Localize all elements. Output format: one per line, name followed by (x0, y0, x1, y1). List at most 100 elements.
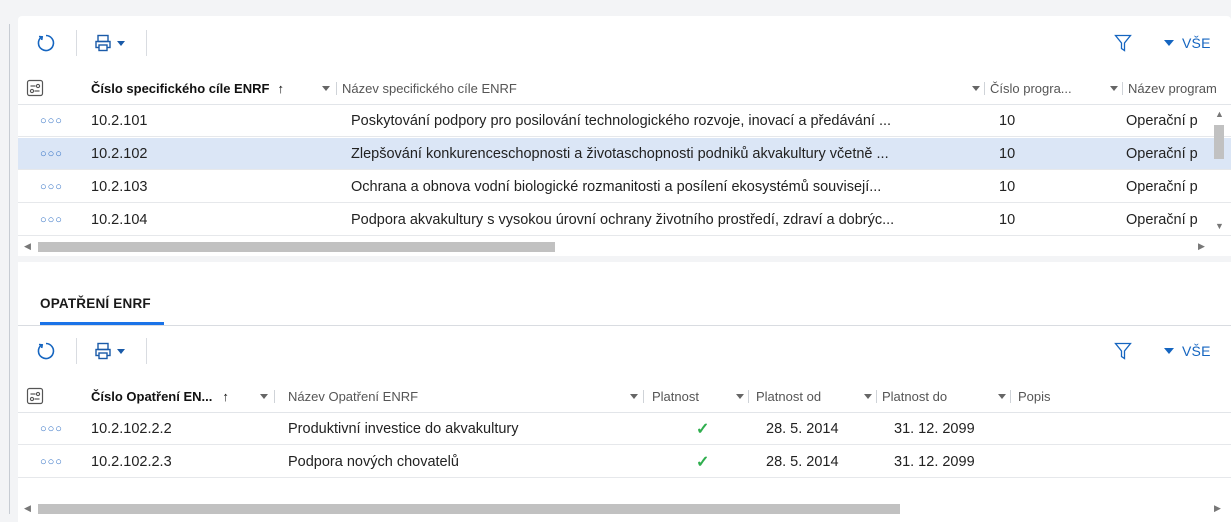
refresh-button[interactable] (32, 30, 60, 56)
cell-code: 10.2.104 (91, 212, 148, 228)
toolbar-separator (76, 30, 77, 56)
column-chooser-button[interactable] (26, 380, 48, 412)
cell-code: 10.2.102.2.2 (91, 421, 172, 437)
column-menu-button[interactable] (972, 72, 980, 104)
column-header-code[interactable]: Číslo Opatření EN... ↑ (91, 380, 259, 412)
cell-program-name: Operační p (1126, 212, 1198, 228)
show-all-button[interactable]: VŠE (1164, 30, 1211, 56)
show-all-label: VŠE (1182, 35, 1211, 51)
check-icon: ✓ (696, 421, 710, 438)
row-menu-icon[interactable]: ○○○ (40, 413, 63, 445)
cell-name: Zlepšování konkurenceschopnosti a života… (351, 146, 889, 162)
chevron-down-icon (260, 393, 268, 399)
column-menu-button[interactable] (1110, 72, 1118, 104)
refresh-icon (37, 342, 55, 360)
column-header-description[interactable]: Popis (1018, 380, 1138, 412)
column-separator (876, 390, 877, 403)
horizontal-scrollbar[interactable]: ◀ ▶ (18, 500, 1231, 518)
scrollbar-thumb[interactable] (1214, 125, 1224, 159)
cell-name: Podpora akvakultury s vysokou úrovní och… (351, 212, 895, 228)
filter-button[interactable] (1112, 30, 1134, 56)
top-toolbar: VŠE (18, 16, 1231, 72)
table-row[interactable]: ○○○ 10.2.102.2.3 Podpora nových chovatel… (18, 446, 1231, 478)
table-row[interactable]: ○○○ 10.2.103 Ochrana a obnova vodní biol… (18, 171, 1231, 203)
export-button[interactable] (88, 30, 130, 56)
sort-ascending-icon: ↑ (222, 388, 229, 404)
column-header-program-name[interactable]: Název program (1128, 72, 1231, 104)
vertical-scrollbar[interactable]: ▲ ▼ (1210, 105, 1228, 237)
cell-code: 10.2.101 (91, 113, 148, 129)
chevron-down-icon (736, 393, 744, 399)
cell-name: Produktivní investice do akvakultury (288, 421, 519, 437)
column-menu-button[interactable] (630, 380, 638, 412)
table-row[interactable]: ○○○ 10.2.101 Poskytování podpory pro pos… (18, 105, 1231, 137)
column-menu-button[interactable] (322, 72, 330, 104)
toolbar-separator (146, 338, 147, 364)
export-icon (94, 342, 111, 360)
sort-ascending-icon: ↑ (277, 80, 284, 96)
column-header-label: Platnost (652, 388, 699, 404)
scroll-right-icon[interactable]: ▶ (1214, 503, 1221, 514)
scroll-right-icon[interactable]: ▶ (1198, 241, 1205, 252)
scrollbar-thumb[interactable] (38, 242, 555, 252)
chevron-down-icon (322, 85, 330, 91)
cell-valid-to: 31. 12. 2099 (894, 454, 975, 470)
column-header-label: Popis (1018, 388, 1051, 404)
export-button[interactable] (88, 338, 130, 364)
column-menu-button[interactable] (260, 380, 268, 412)
cell-program-number: 10 (999, 146, 1016, 162)
grid-header: Číslo Opatření EN... ↑ Název Opatření EN… (18, 380, 1231, 413)
column-header-label: Název specifického cíle ENRF (342, 80, 517, 96)
scroll-up-icon[interactable]: ▲ (1215, 109, 1224, 119)
table-row[interactable]: ○○○ 10.2.104 Podpora akvakultury s vysok… (18, 204, 1231, 236)
tab-bar: OPATŘENÍ ENRF (18, 262, 1231, 326)
column-header-valid-from[interactable]: Platnost od (756, 380, 856, 412)
cell-program-name: Operační p (1126, 146, 1198, 162)
active-tab-indicator (40, 322, 164, 325)
column-menu-button[interactable] (998, 380, 1006, 412)
tab-measures[interactable]: OPATŘENÍ ENRF (40, 296, 151, 311)
table-row[interactable]: ○○○ 10.2.102.2.2 Produktivní investice d… (18, 413, 1231, 445)
column-chooser-button[interactable] (26, 72, 48, 104)
measures-panel: OPATŘENÍ ENRF VŠE Číslo Opatření EN... ↑… (18, 262, 1231, 522)
column-separator (274, 390, 275, 403)
column-header-valid-to[interactable]: Platnost do (882, 380, 982, 412)
scroll-left-icon[interactable]: ◀ (24, 503, 31, 514)
cell-program-name: Operační p (1126, 179, 1198, 195)
filter-button[interactable] (1112, 338, 1134, 364)
cell-name: Podpora nových chovatelů (288, 454, 459, 470)
row-menu-icon[interactable]: ○○○ (40, 204, 63, 236)
row-menu-icon[interactable]: ○○○ (40, 138, 63, 170)
specific-goals-panel: VŠE Číslo specifického cíle ENRF ↑ Název… (18, 16, 1231, 256)
column-header-code[interactable]: Číslo specifického cíle ENRF ↑ (91, 72, 321, 104)
refresh-button[interactable] (32, 338, 60, 364)
column-separator (984, 82, 985, 95)
column-header-name[interactable]: Název Opatření ENRF (288, 380, 618, 412)
column-separator (1010, 390, 1011, 403)
horizontal-scrollbar[interactable]: ◀ ▶ (18, 238, 1228, 256)
show-all-button[interactable]: VŠE (1164, 338, 1211, 364)
cell-valid-from: 28. 5. 2014 (766, 421, 839, 437)
show-all-label: VŠE (1182, 343, 1211, 359)
toolbar-separator (76, 338, 77, 364)
toolbar-separator (146, 30, 147, 56)
cell-code: 10.2.103 (91, 179, 148, 195)
column-header-validity[interactable]: Platnost (652, 380, 722, 412)
column-header-program-number[interactable]: Číslo progra... (990, 72, 1102, 104)
column-separator (1122, 82, 1123, 95)
scroll-down-icon[interactable]: ▼ (1215, 221, 1224, 231)
row-menu-icon[interactable]: ○○○ (40, 446, 63, 478)
table-row[interactable]: ○○○ 10.2.102 Zlepšování konkurenceschopn… (18, 138, 1231, 170)
column-menu-button[interactable] (736, 380, 744, 412)
row-menu-icon[interactable]: ○○○ (40, 171, 63, 203)
column-header-label: Číslo specifického cíle ENRF (91, 80, 270, 96)
row-menu-icon[interactable]: ○○○ (40, 105, 63, 137)
scroll-left-icon[interactable]: ◀ (24, 241, 31, 252)
chevron-down-icon (630, 393, 638, 399)
column-header-name[interactable]: Název specifického cíle ENRF (342, 72, 962, 104)
scrollbar-thumb[interactable] (38, 504, 900, 514)
column-menu-button[interactable] (864, 380, 872, 412)
cell-name: Poskytování podpory pro posilování techn… (351, 113, 892, 129)
refresh-icon (37, 34, 55, 52)
column-chooser-icon (26, 79, 44, 97)
